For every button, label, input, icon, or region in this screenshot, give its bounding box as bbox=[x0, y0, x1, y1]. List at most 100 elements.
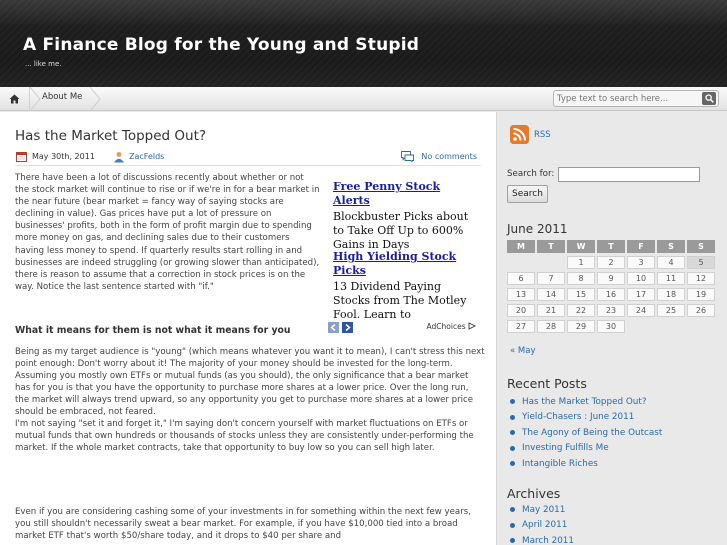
calendar-icon bbox=[16, 152, 27, 162]
calendar-day: 20 bbox=[507, 304, 535, 317]
chevron-right-icon bbox=[345, 323, 351, 332]
calendar-day: 7 bbox=[537, 272, 565, 285]
calendar-week: 13 14 15 16 17 18 19 bbox=[507, 288, 717, 301]
post-paragraph: There have been a lot of discussions rec… bbox=[15, 173, 320, 292]
calendar-day: 29 bbox=[567, 320, 595, 333]
header-search-button[interactable] bbox=[702, 92, 716, 105]
archive-link[interactable]: March 2011 bbox=[522, 536, 574, 545]
calendar-day: 2 bbox=[597, 256, 625, 269]
calendar-week: 12345 bbox=[507, 256, 717, 269]
calendar-day: 6 bbox=[507, 272, 535, 285]
nav-separator bbox=[90, 87, 101, 111]
ad-link[interactable]: Free Penny Stock Alerts bbox=[333, 180, 478, 208]
recent-post-link[interactable]: The Agony of Being the Outcast bbox=[522, 428, 662, 438]
calendar-day: 25 bbox=[657, 304, 685, 317]
calendar-day-header: F bbox=[627, 240, 655, 253]
bullet-icon bbox=[510, 430, 515, 436]
recent-post-item[interactable]: Investing Fulfills Me bbox=[510, 441, 662, 457]
calendar-title: June 2011 bbox=[507, 222, 568, 236]
comments-link[interactable]: No comments bbox=[421, 152, 477, 161]
calendar-day: 3 bbox=[627, 256, 655, 269]
post-date: May 30th, 2011 bbox=[32, 152, 95, 161]
archive-item[interactable]: May 2011 bbox=[510, 502, 574, 518]
nav-item-about-me[interactable]: About Me bbox=[42, 92, 82, 102]
calendar-day: 13 bbox=[507, 288, 535, 301]
calendar: MTWTFSS 1 2 3 4 5 6 7 8 9 10 11 12 13 14 15 16 17 18 19 20 2… bbox=[507, 240, 717, 333]
post-meta: May 30th, 2011 ZacFelds No comments bbox=[15, 150, 481, 166]
calendar-day-header: W bbox=[567, 240, 595, 253]
ad-prev-button[interactable] bbox=[328, 322, 339, 333]
calendar-day: 28 bbox=[537, 320, 565, 333]
site-description: ... like me. bbox=[25, 60, 62, 68]
calendar-day: 16 bbox=[597, 288, 625, 301]
post-author[interactable]: ZacFelds bbox=[129, 152, 164, 161]
archive-link[interactable]: April 2011 bbox=[522, 520, 567, 530]
recent-post-link[interactable]: Intangible Riches bbox=[522, 459, 598, 469]
archive-item[interactable]: March 2011 bbox=[510, 533, 574, 545]
calendar-day: 5 bbox=[687, 256, 715, 269]
bullet-icon bbox=[510, 445, 515, 451]
bullet-icon bbox=[510, 522, 515, 528]
ad-text: Blockbuster Picks about to Take Off Up t… bbox=[333, 210, 469, 251]
calendar-empty-cell bbox=[687, 320, 715, 333]
user-icon bbox=[114, 152, 124, 163]
rss-link[interactable]: RSS bbox=[510, 125, 551, 144]
calendar-day: 24 bbox=[627, 304, 655, 317]
calendar-prev-link[interactable]: « May bbox=[510, 346, 535, 356]
ad-content: Free Penny Stock Alerts Blockbuster Pick… bbox=[326, 180, 482, 322]
rss-label: RSS bbox=[534, 129, 551, 140]
chevron-left-icon bbox=[330, 323, 336, 332]
home-button[interactable] bbox=[0, 87, 30, 111]
calendar-day: 18 bbox=[657, 288, 685, 301]
calendar-day: 15 bbox=[567, 288, 595, 301]
sidebar: RSS Search for: Search June 2011 MTWTFSS… bbox=[496, 112, 727, 545]
archives-title: Archives bbox=[507, 486, 561, 501]
adchoices-link[interactable]: AdChoices bbox=[426, 322, 477, 331]
calendar-day: 11 bbox=[657, 272, 685, 285]
calendar-day: 10 bbox=[627, 272, 655, 285]
ad-next-button[interactable] bbox=[342, 322, 353, 333]
recent-post-item[interactable]: The Agony of Being the Outcast bbox=[510, 425, 662, 441]
calendar-day: 27 bbox=[507, 320, 535, 333]
calendar-empty-cell bbox=[537, 256, 565, 269]
nav-separator bbox=[30, 87, 41, 111]
site-title[interactable]: A Finance Blog for the Young and Stupid bbox=[23, 35, 419, 55]
recent-post-link[interactable]: Investing Fulfills Me bbox=[522, 443, 609, 453]
archives-list: May 2011 April 2011 March 2011 bbox=[510, 502, 574, 545]
calendar-day-header: S bbox=[657, 240, 685, 253]
recent-post-link[interactable]: Has the Market Topped Out? bbox=[522, 397, 647, 407]
recent-post-item[interactable]: Has the Market Topped Out? bbox=[510, 394, 662, 410]
header-search-input[interactable] bbox=[557, 92, 697, 105]
sidebar-search-input[interactable] bbox=[558, 167, 700, 182]
post-paragraph: I'm not saying "set it and forget it," I… bbox=[15, 419, 474, 454]
recent-posts-list: Has the Market Topped Out? Yield-Chasers … bbox=[510, 394, 662, 472]
calendar-empty-cell bbox=[627, 320, 655, 333]
bullet-icon bbox=[510, 399, 515, 405]
post-title[interactable]: Has the Market Topped Out? bbox=[15, 128, 206, 144]
calendar-week: 20 21 22 23 24 25 26 bbox=[507, 304, 717, 317]
main-content: Has the Market Topped Out? May 30th, 201… bbox=[0, 112, 496, 545]
bullet-icon bbox=[510, 507, 515, 513]
calendar-week: 6 7 8 9 10 11 12 bbox=[507, 272, 717, 285]
search-button[interactable]: Search bbox=[507, 185, 548, 203]
recent-post-link[interactable]: Yield-Chasers : June 2011 bbox=[522, 412, 634, 422]
home-icon bbox=[9, 94, 20, 104]
calendar-day-header: T bbox=[537, 240, 565, 253]
search-label: Search for: bbox=[507, 169, 555, 179]
calendar-day: 14 bbox=[537, 288, 565, 301]
ad-link[interactable]: High Yielding Stock Picks bbox=[333, 250, 478, 278]
calendar-day: 9 bbox=[597, 272, 625, 285]
post-paragraph: Even if you are considering cashing some… bbox=[15, 507, 471, 542]
recent-post-item[interactable]: Yield-Chasers : June 2011 bbox=[510, 410, 662, 426]
calendar-day: 21 bbox=[537, 304, 565, 317]
archive-item[interactable]: April 2011 bbox=[510, 518, 574, 534]
archive-link[interactable]: May 2011 bbox=[522, 505, 565, 515]
bullet-icon bbox=[510, 414, 515, 420]
calendar-day: 12 bbox=[687, 272, 715, 285]
calendar-header: MTWTFSS bbox=[507, 240, 717, 253]
adchoices-label: AdChoices bbox=[426, 322, 466, 331]
recent-post-item[interactable]: Intangible Riches bbox=[510, 456, 662, 472]
recent-posts-title: Recent Posts bbox=[507, 376, 587, 391]
calendar-day-header: S bbox=[687, 240, 715, 253]
calendar-day: 26 bbox=[687, 304, 715, 317]
